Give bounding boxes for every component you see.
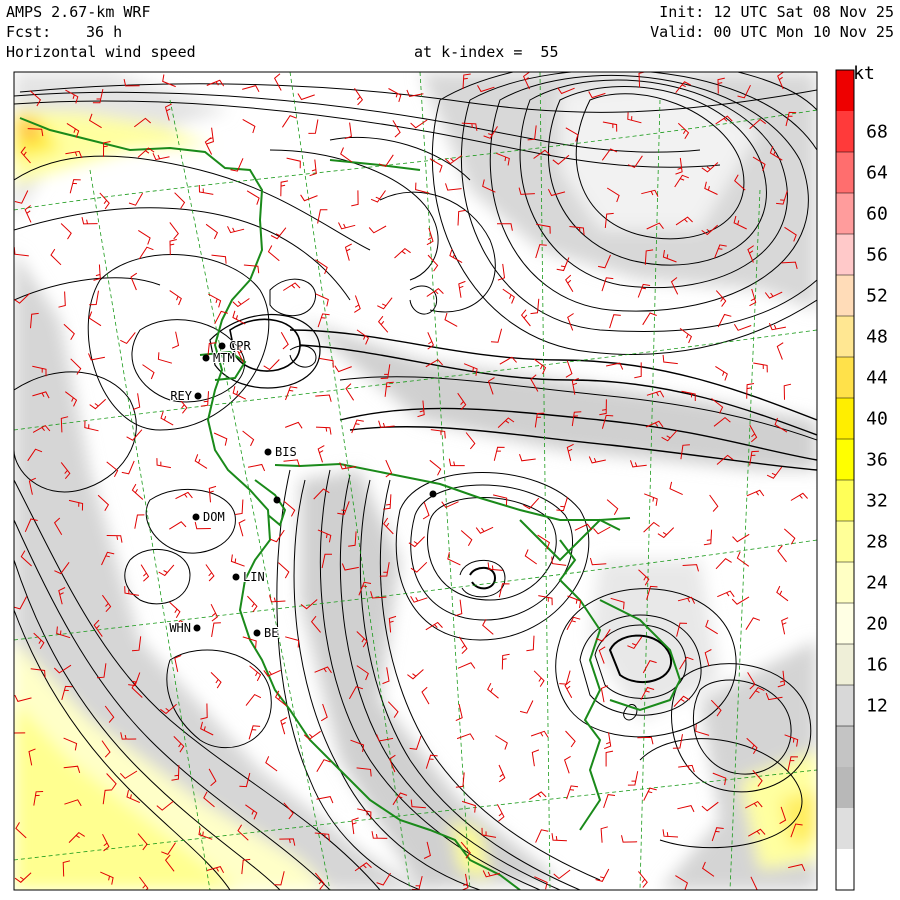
colorbar-swatch — [836, 562, 854, 604]
colorbar-tick-label: 20 — [866, 614, 888, 635]
station-label: LIN — [243, 570, 265, 584]
field-name: Horizontal wind speed — [6, 43, 196, 61]
colorbar-swatch — [836, 808, 854, 850]
colorbar-swatch — [836, 357, 854, 399]
wind-map: CPRMTMREYBISDOMLINWHN BE 6864605652484440… — [13, 63, 888, 891]
model-title: AMPS 2.67-km WRF — [6, 3, 151, 21]
station-dot — [429, 490, 437, 498]
station-label: WHN — [169, 621, 191, 635]
station-dot — [202, 354, 210, 362]
colorbar-swatch — [836, 685, 854, 727]
colorbar-swatch — [836, 767, 854, 809]
station-dot — [264, 448, 272, 456]
colorbar-tick-label: 44 — [866, 368, 888, 389]
colorbar-swatch — [836, 603, 854, 645]
station-dot — [218, 342, 226, 350]
station-label: REY — [170, 389, 192, 403]
colorbar-tick-label: 48 — [866, 327, 888, 348]
colorbar-tick-label: 12 — [866, 696, 888, 717]
colorbar-tick-label: 60 — [866, 204, 888, 225]
forecast-hours: 36 h — [86, 23, 123, 41]
colorbar-tick-label: 16 — [866, 655, 888, 676]
colorbar-swatch — [836, 521, 854, 563]
valid-time: Valid: 00 UTC Mon 10 Nov 25 — [650, 23, 894, 41]
colorbar-tick-label: 40 — [866, 409, 888, 430]
colorbar-swatch — [836, 849, 854, 891]
colorbar-swatch — [836, 152, 854, 194]
colorbar-swatch — [836, 275, 854, 317]
init-time: Init: 12 UTC Sat 08 Nov 25 — [659, 3, 894, 21]
station-label: BE — [264, 626, 278, 640]
level-label: at k-index = 55 — [414, 43, 559, 61]
forecast-label: Fcst: — [6, 23, 52, 41]
station-dot — [253, 629, 261, 637]
colorbar-swatch — [836, 111, 854, 153]
colorbar-swatch — [836, 316, 854, 358]
colorbar-swatch — [836, 439, 854, 481]
colorbar-swatch — [836, 726, 854, 768]
station-dot — [194, 392, 202, 400]
station-dot — [193, 624, 201, 632]
station-label: MTM — [213, 351, 235, 365]
colorbar-tick-label: 68 — [866, 122, 888, 143]
colorbar-swatch — [836, 234, 854, 276]
colorbar-swatch — [836, 70, 854, 112]
colorbar-tick-label: 64 — [866, 163, 888, 184]
colorbar-unit: kt — [853, 63, 875, 84]
colorbar-swatch — [836, 480, 854, 522]
colorbar-tick-label: 32 — [866, 491, 888, 512]
station-dot — [192, 513, 200, 521]
station-dot — [273, 496, 281, 504]
station-dot — [232, 573, 240, 581]
station-label: BIS — [275, 445, 297, 459]
station-label: DOM — [203, 510, 225, 524]
colorbar-tick-label: 28 — [866, 532, 888, 553]
colorbar-tick-label: 24 — [866, 573, 888, 594]
colorbar-swatch — [836, 193, 854, 235]
colorbar-tick-label: 52 — [866, 286, 888, 307]
colorbar-swatch — [836, 644, 854, 686]
colorbar-tick-label: 36 — [866, 450, 888, 471]
colorbar-tick-label: 56 — [866, 245, 888, 266]
colorbar-swatch — [836, 398, 854, 440]
colorbar: 68 64 60 56 52 48 44 40 36 32 28 24 20 16 12 — [835, 69, 888, 891]
